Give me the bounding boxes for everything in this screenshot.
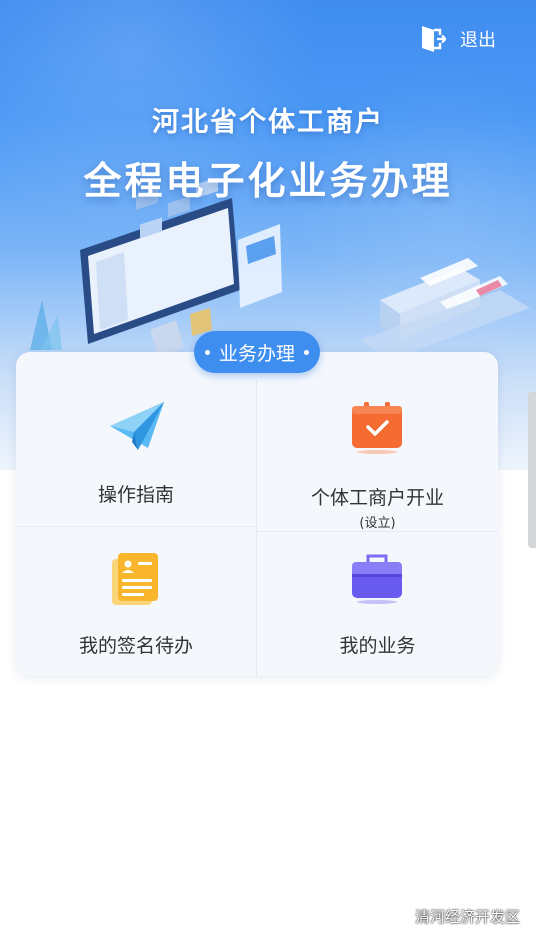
logout-label: 退出 [460,30,496,51]
menu-item-guide[interactable]: 操作指南 [16,380,256,526]
briefcase-check-icon [352,402,402,454]
section-badge: 业务办理 [194,331,320,373]
menu-item-label: 个体工商户开业 [310,487,444,509]
menu-item-open-business[interactable]: 个体工商户开业 (设立) [257,380,498,531]
watermark: 清河经济开发区 [383,906,520,927]
menu-item-label: 我的签名待办 [78,635,193,657]
menu-item-label: 我的业务 [339,635,416,657]
menu-item-label: 操作指南 [97,484,174,506]
wechat-icon [383,907,409,926]
menu-item-signature-todo[interactable]: 我的签名待办 [16,527,256,676]
badge-dot [204,349,210,355]
logout-button[interactable]: 退出 [420,24,496,54]
logout-icon [422,26,446,52]
page-title: 河北省个体工商户 [152,107,384,138]
page-subtitle: 全程电子化业务办理 [83,159,453,203]
document-icon [112,553,158,605]
section-badge-label: 业务办理 [218,342,295,365]
watermark-text: 清河经济开发区 [414,908,520,926]
toolbox-icon [352,554,402,604]
menu-item-my-business[interactable]: 我的业务 [257,532,498,676]
badge-dot [304,349,309,355]
scrollbar[interactable] [528,392,536,548]
paper-plane-icon [110,402,164,450]
menu-item-sublabel: (设立) [359,516,396,531]
